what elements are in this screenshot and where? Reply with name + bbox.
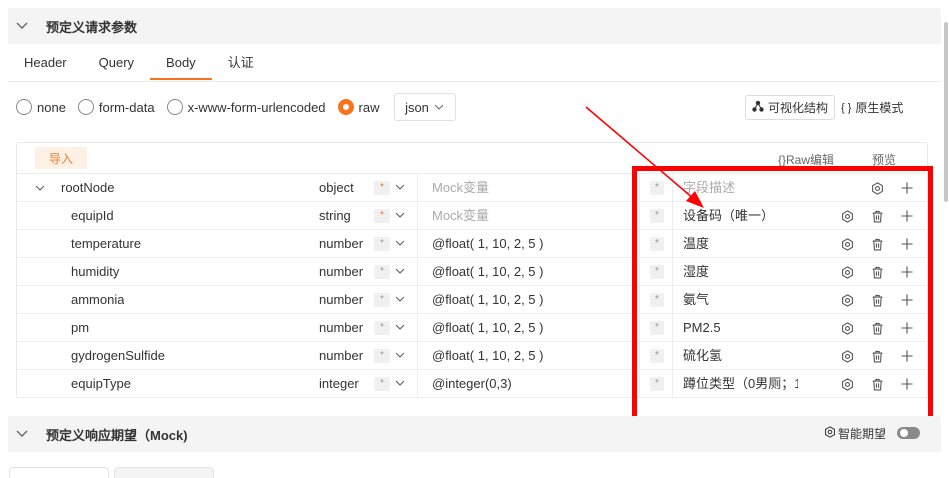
column-divider <box>417 258 418 286</box>
request-params-header[interactable]: 预定义请求参数 <box>8 8 941 44</box>
chevron-down-icon[interactable] <box>395 230 405 258</box>
chevron-down-icon[interactable] <box>8 430 36 438</box>
required-marker[interactable]: * <box>374 377 390 391</box>
chevron-down-icon[interactable] <box>395 258 405 286</box>
required-marker[interactable]: * <box>374 209 390 223</box>
expect-card[interactable] <box>9 467 109 478</box>
radio-label: x-www-form-urlencoded <box>187 99 326 115</box>
visual-structure-label: 可视化结构 <box>768 101 829 115</box>
request-params-title: 预定义请求参数 <box>46 19 138 35</box>
field-name[interactable]: ammonia <box>71 286 124 314</box>
field-name[interactable]: pm <box>71 314 89 342</box>
mock-value[interactable]: @float( 1, 10, 2, 5 ) <box>432 342 543 370</box>
column-divider <box>417 342 418 370</box>
tab-auth[interactable]: 认证 <box>212 46 270 80</box>
chevron-down-icon[interactable] <box>35 174 49 202</box>
radio-label: raw <box>358 99 380 115</box>
field-type[interactable]: number <box>319 286 363 314</box>
tab-body[interactable]: Body <box>150 46 212 80</box>
required-marker[interactable]: * <box>374 321 390 335</box>
column-divider <box>417 314 418 342</box>
radio-raw[interactable]: raw <box>337 99 380 115</box>
tab-header[interactable]: Header <box>8 46 83 80</box>
radio-circle-icon <box>166 99 183 115</box>
mock-value[interactable]: @integer(0,3) <box>432 370 512 398</box>
field-type[interactable]: number <box>319 258 363 286</box>
smart-expect-label: 智能期望 <box>824 425 886 442</box>
expect-card[interactable] <box>114 467 214 478</box>
required-marker[interactable]: * <box>374 349 390 363</box>
chevron-down-icon[interactable] <box>395 314 405 342</box>
radio-circle-icon <box>16 99 32 115</box>
field-type[interactable]: number <box>319 314 363 342</box>
field-type[interactable]: number <box>319 342 363 370</box>
column-divider <box>417 174 418 202</box>
format-select[interactable]: json <box>393 93 456 121</box>
chevron-down-icon <box>434 102 444 113</box>
visual-structure-button[interactable]: 可视化结构 <box>745 95 836 120</box>
column-divider <box>417 202 418 230</box>
response-expect-header[interactable]: 预定义响应期望（Mock) <box>8 416 941 452</box>
view-mode-switch: 可视化结构 { } 原生模式 <box>745 95 909 120</box>
radio-urlencoded[interactable]: x-www-form-urlencoded <box>166 99 326 115</box>
mock-value[interactable]: @float( 1, 10, 2, 5 ) <box>432 286 543 314</box>
tree-structure-icon <box>752 100 764 115</box>
chevron-down-icon[interactable] <box>8 22 36 30</box>
source-mode-button[interactable]: { } 原生模式 <box>835 95 909 120</box>
required-marker[interactable]: * <box>374 181 390 195</box>
mock-value[interactable]: @float( 1, 10, 2, 5 ) <box>432 230 543 258</box>
tab-query[interactable]: Query <box>83 46 150 80</box>
field-name[interactable]: gydrogenSulfide <box>71 342 165 370</box>
scrollbar[interactable] <box>944 22 948 202</box>
radio-none[interactable]: none <box>16 99 66 115</box>
field-name[interactable]: equipId <box>71 202 114 230</box>
response-expect-title: 预定义响应期望（Mock) <box>46 427 188 443</box>
import-button[interactable]: 导入 <box>35 147 87 169</box>
field-name[interactable]: temperature <box>71 230 141 258</box>
tabs-divider <box>8 81 941 82</box>
chevron-down-icon[interactable] <box>395 174 405 202</box>
required-marker[interactable]: * <box>374 237 390 251</box>
field-type[interactable]: object <box>319 174 354 202</box>
mock-value[interactable]: @float( 1, 10, 2, 5 ) <box>432 258 543 286</box>
radio-form-data[interactable]: form-data <box>77 99 155 115</box>
annotation-highlight-box <box>632 166 933 423</box>
column-divider <box>417 230 418 258</box>
body-mode-group: none form-data x-www-form-urlencoded raw… <box>16 93 456 121</box>
request-tabs: Header Query Body 认证 <box>8 46 270 82</box>
column-divider <box>417 286 418 314</box>
chevron-down-icon[interactable] <box>395 370 405 398</box>
braces-icon: { } <box>841 101 852 114</box>
smart-expect-text: 智能期望 <box>838 427 887 441</box>
radio-checked-icon <box>337 99 354 115</box>
smart-expect-toggle[interactable] <box>897 427 920 439</box>
mock-value[interactable]: Mock变量 <box>432 202 489 230</box>
chevron-down-icon[interactable] <box>395 286 405 314</box>
field-name[interactable]: rootNode <box>61 174 114 202</box>
column-divider <box>417 370 418 398</box>
chevron-down-icon[interactable] <box>395 342 405 370</box>
toggle-knob <box>900 429 908 437</box>
radio-label: form-data <box>98 99 155 115</box>
field-type[interactable]: string <box>319 202 351 230</box>
radio-circle-icon <box>77 99 94 115</box>
field-name[interactable]: equipType <box>71 370 131 398</box>
source-mode-label: 原生模式 <box>855 101 904 115</box>
mock-value[interactable]: @float( 1, 10, 2, 5 ) <box>432 314 543 342</box>
chevron-down-icon[interactable] <box>395 202 405 230</box>
gear-icon <box>824 426 836 441</box>
field-name[interactable]: humidity <box>71 258 119 286</box>
field-type[interactable]: integer <box>319 370 359 398</box>
field-type[interactable]: number <box>319 230 363 258</box>
mock-value[interactable]: Mock变量 <box>432 174 489 202</box>
radio-label: none <box>37 99 66 115</box>
required-marker[interactable]: * <box>374 265 390 279</box>
required-marker[interactable]: * <box>374 293 390 307</box>
format-select-value: json <box>405 99 429 115</box>
